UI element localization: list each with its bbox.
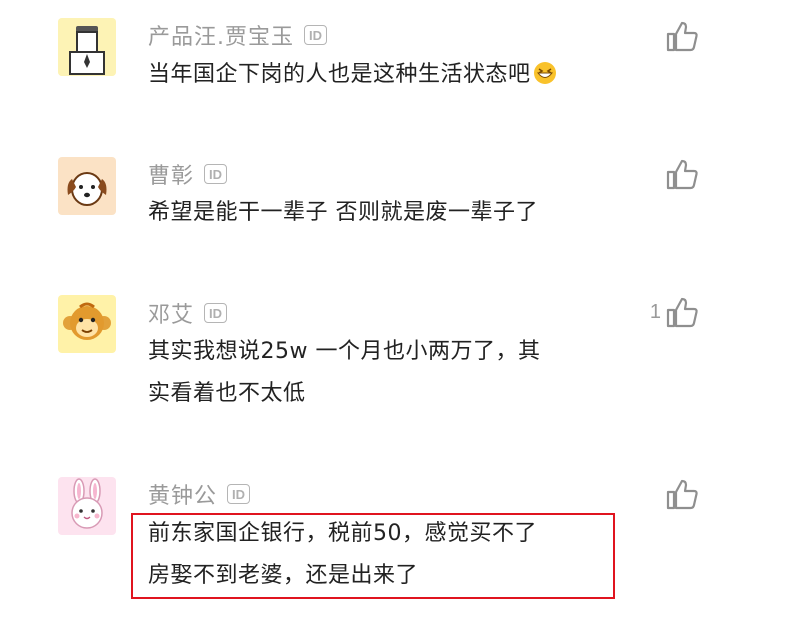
author-name[interactable]: 邓艾: [148, 297, 194, 329]
id-badge: ID: [227, 484, 251, 504]
comment-text: 当年国企下岗的人也是这种生活状态吧: [148, 54, 628, 96]
rabbit-avatar-icon: [58, 477, 116, 535]
avatar[interactable]: [58, 18, 116, 76]
comment-item: 曹彰 ID 希望是能干一辈子 否则就是废一辈子了: [0, 140, 787, 280]
id-badge: ID: [304, 25, 327, 45]
like-count: 1: [649, 300, 661, 323]
author-name[interactable]: 产品汪.贾宝玉: [148, 19, 294, 51]
comment-line: 实看着也不太低: [148, 381, 306, 406]
avatar[interactable]: [58, 295, 116, 353]
id-badge: ID: [204, 164, 228, 184]
comment-line: 当年国企下岗的人也是这种生活状态吧: [148, 62, 531, 87]
comment-item: 邓艾 ID 其实我想说25w 一个月也小两万了，其 实看着也不太低 1: [0, 280, 787, 460]
thumbs-up-icon: [666, 297, 698, 328]
comment-text: 其实我想说25w 一个月也小两万了，其 实看着也不太低: [148, 331, 628, 415]
id-badge: ID: [204, 303, 228, 323]
thumbs-up-icon: [666, 159, 698, 190]
monkey-avatar-icon: [58, 295, 116, 353]
highlight-box: [131, 513, 615, 599]
comment-line: 希望是能干一辈子 否则就是废一辈子了: [148, 200, 538, 225]
avatar[interactable]: [58, 157, 116, 215]
thumbs-up-icon: [666, 479, 698, 510]
comment-text: 希望是能干一辈子 否则就是废一辈子了: [148, 192, 628, 234]
like-button[interactable]: 1: [650, 294, 699, 330]
author-name[interactable]: 黄钟公: [148, 478, 217, 510]
avatar[interactable]: [58, 477, 116, 535]
comment-item: 产品汪.贾宝玉 ID 当年国企下岗的人也是这种生活状态吧: [0, 0, 787, 140]
comment-line: 其实我想说25w 一个月也小两万了，其: [148, 339, 541, 364]
like-button[interactable]: [661, 156, 699, 192]
like-button[interactable]: [661, 18, 699, 54]
grinning-face-icon: [533, 62, 556, 84]
like-button[interactable]: [661, 476, 699, 512]
dog-avatar-icon: [58, 157, 116, 215]
author-name[interactable]: 曹彰: [148, 158, 194, 190]
office-worker-avatar-icon: [58, 18, 116, 76]
thumbs-up-icon: [666, 21, 698, 52]
